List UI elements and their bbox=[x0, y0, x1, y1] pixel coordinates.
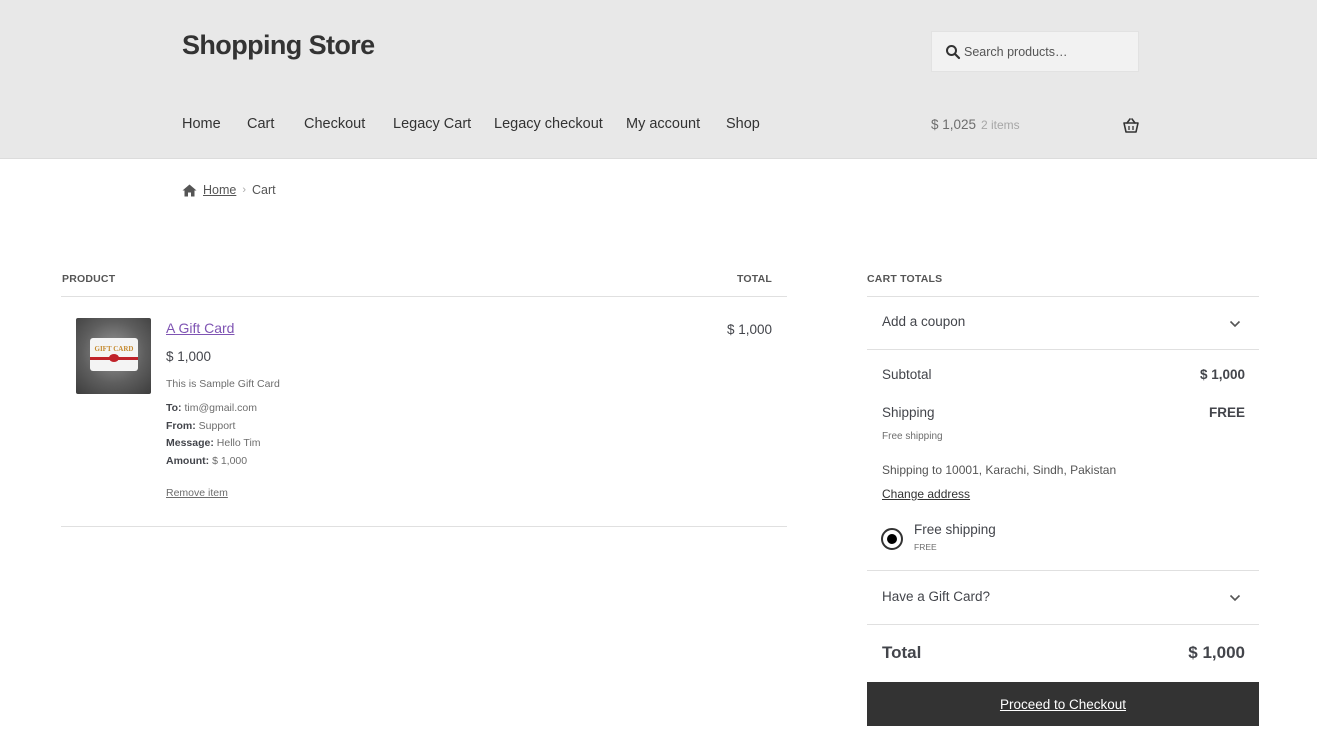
home-icon bbox=[182, 184, 197, 196]
meta-label: Message: bbox=[166, 437, 214, 449]
nav-my-account[interactable]: My account bbox=[626, 116, 700, 132]
column-header-total: TOTAL bbox=[736, 273, 772, 285]
meta-to: To: tim@gmail.com bbox=[166, 402, 257, 414]
meta-amount: Amount: $ 1,000 bbox=[166, 455, 247, 467]
chevron-down-icon bbox=[1229, 594, 1241, 602]
product-description: This is Sample Gift Card bbox=[166, 378, 280, 390]
change-address-link[interactable]: Change address bbox=[882, 487, 970, 501]
divider bbox=[867, 349, 1259, 350]
product-price: $ 1,000 bbox=[166, 349, 212, 364]
search-input[interactable] bbox=[964, 32, 1134, 71]
gift-card-toggle[interactable]: Have a Gift Card? bbox=[867, 571, 1259, 624]
gift-card-label: Have a Gift Card? bbox=[882, 589, 991, 604]
product-name-link[interactable]: A Gift Card bbox=[166, 320, 234, 336]
basket-icon bbox=[1123, 118, 1139, 133]
shipping-method: Free shipping bbox=[882, 431, 943, 442]
breadcrumb-separator-icon: › bbox=[242, 184, 247, 196]
divider bbox=[61, 296, 787, 297]
nav-legacy-checkout[interactable]: Legacy checkout bbox=[494, 116, 603, 132]
site-header: Shopping Store Home Cart Checkout Legacy… bbox=[0, 0, 1317, 159]
cart-totals-heading: CART TOTALS bbox=[867, 273, 943, 285]
subtotal-value: $ 1,000 bbox=[1199, 367, 1245, 382]
nav-checkout[interactable]: Checkout bbox=[304, 116, 365, 132]
meta-message: Message: Hello Tim bbox=[166, 437, 261, 449]
column-header-product: PRODUCT bbox=[62, 273, 116, 285]
shipping-value: FREE bbox=[1208, 405, 1245, 420]
line-total: $ 1,000 bbox=[726, 322, 772, 337]
nav-shop[interactable]: Shop bbox=[726, 116, 760, 132]
search-icon bbox=[946, 45, 961, 60]
meta-label: Amount: bbox=[166, 455, 210, 467]
coupon-toggle[interactable]: Add a coupon bbox=[867, 297, 1259, 349]
nav-cart[interactable]: Cart bbox=[247, 116, 274, 132]
shipping-option-radio[interactable] bbox=[881, 528, 903, 550]
meta-label: From: bbox=[166, 420, 196, 432]
remove-item-link[interactable]: Remove item bbox=[166, 487, 228, 499]
breadcrumb-home-link[interactable]: Home bbox=[203, 183, 236, 197]
divider bbox=[867, 624, 1259, 625]
meta-value: Hello Tim bbox=[216, 437, 261, 449]
proceed-to-checkout-button[interactable]: Proceed to Checkout bbox=[867, 682, 1259, 726]
search-box[interactable] bbox=[931, 31, 1139, 72]
divider bbox=[61, 526, 787, 527]
meta-label: To: bbox=[166, 402, 182, 414]
total-value: $ 1,000 bbox=[1188, 643, 1245, 662]
breadcrumb: Home › Cart bbox=[182, 183, 276, 197]
mini-cart-count: 2 items bbox=[981, 118, 1020, 132]
site-title[interactable]: Shopping Store bbox=[182, 30, 375, 61]
gift-bow-icon bbox=[109, 354, 119, 362]
meta-value: $ 1,000 bbox=[212, 455, 248, 467]
meta-value: tim@gmail.com bbox=[184, 402, 257, 414]
nav-home[interactable]: Home bbox=[182, 116, 221, 132]
meta-from: From: Support bbox=[166, 420, 235, 432]
subtotal-label: Subtotal bbox=[882, 367, 932, 382]
coupon-label: Add a coupon bbox=[882, 314, 966, 329]
header-mini-cart[interactable]: $ 1,025 2 items bbox=[931, 116, 1139, 136]
breadcrumb-current: Cart bbox=[252, 183, 276, 197]
mini-cart-amount: $ 1,025 bbox=[931, 117, 977, 132]
nav-legacy-cart[interactable]: Legacy Cart bbox=[393, 116, 471, 132]
total-label: Total bbox=[882, 643, 922, 662]
shipping-option-label[interactable]: Free shipping bbox=[914, 522, 996, 537]
product-thumbnail[interactable]: GIFT CARD bbox=[76, 318, 151, 394]
meta-value: Support bbox=[198, 420, 236, 432]
shipping-destination: Shipping to 10001, Karachi, Sindh, Pakis… bbox=[882, 463, 1117, 477]
shipping-label: Shipping bbox=[882, 405, 935, 420]
gift-card-image-text: GIFT CARD bbox=[94, 345, 134, 353]
gift-card-image: GIFT CARD bbox=[90, 338, 138, 371]
shipping-option-price: FREE bbox=[914, 542, 937, 552]
chevron-down-icon bbox=[1229, 320, 1241, 328]
